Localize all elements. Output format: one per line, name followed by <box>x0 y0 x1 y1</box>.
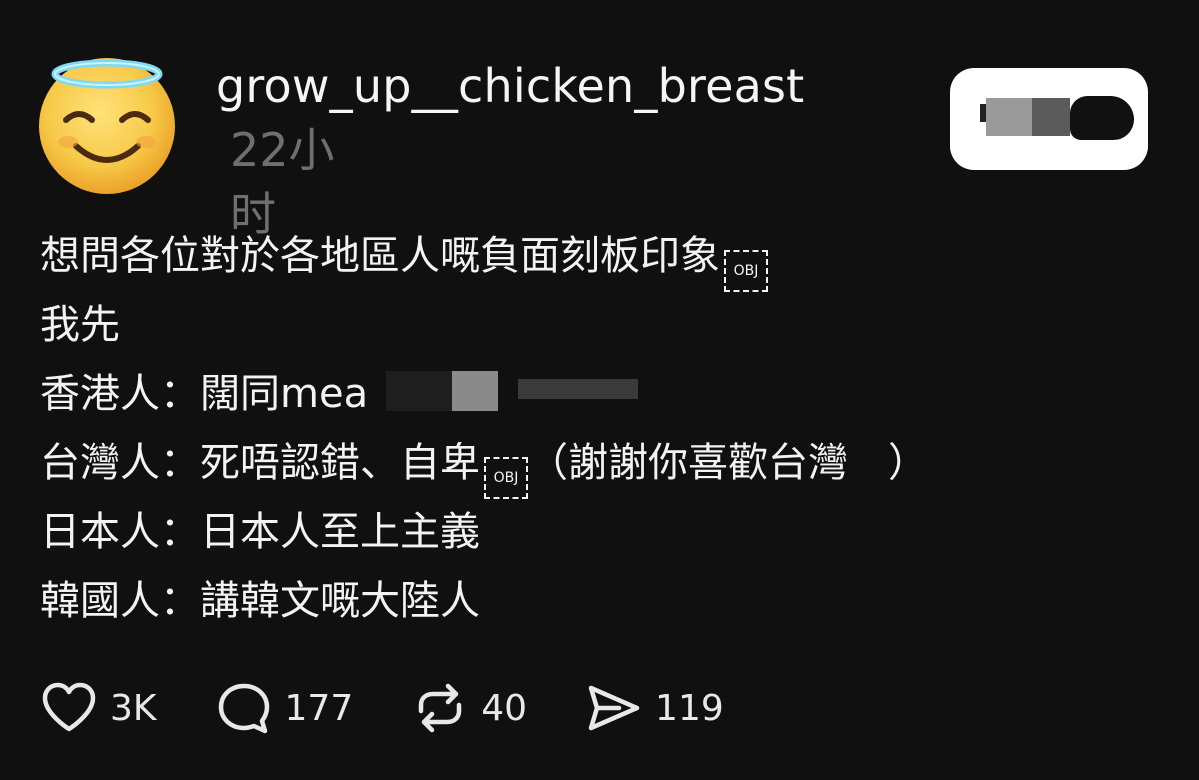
send-icon <box>588 685 640 731</box>
heart-icon <box>42 682 96 732</box>
share-button[interactable]: 119 <box>585 679 724 737</box>
object-placeholder-icon: OBJ <box>724 250 768 292</box>
comment-bubble-icon <box>218 683 269 734</box>
comment-count: 177 <box>284 687 354 729</box>
post-line-3: 香港人：闊同mea <box>40 360 1160 429</box>
post-line-1: 想問各位對於各地區人嘅負面刻板印象 OBJ <box>40 222 1160 292</box>
like-count: 3K <box>110 687 157 729</box>
repost-count: 40 <box>481 687 528 729</box>
post-text: （謝謝你喜歡台灣 ） <box>528 440 928 486</box>
repost-button[interactable]: 40 <box>411 679 527 737</box>
post-text: 我先 <box>40 302 120 348</box>
repost-icon <box>418 683 462 733</box>
post-line-2: 我先 <box>40 291 1160 360</box>
redaction-block <box>452 371 499 411</box>
post-action-bar: 3K 177 40 119 <box>40 680 782 736</box>
redaction-block <box>386 371 453 411</box>
object-placeholder-icon: OBJ <box>484 457 528 499</box>
follow-button[interactable] <box>950 68 1148 170</box>
redaction-block <box>986 98 1032 136</box>
comment-button[interactable]: 177 <box>215 679 354 737</box>
post-header: grow_up__chicken_breast22小时 <box>216 54 916 246</box>
redaction-block <box>518 379 639 399</box>
post-text: 台灣人：死唔認錯、自卑 <box>40 440 480 486</box>
post-content: 想問各位對於各地區人嘅負面刻板印象 OBJ 我先 香港人：闊同mea 台灣人：死唔… <box>40 222 1160 636</box>
post-line-6: 韓國人：講韓文嘅大陸人 <box>40 567 1160 636</box>
username-link[interactable]: grow_up__chicken_breast <box>216 59 804 113</box>
smiling-face-with-halo-icon <box>39 58 175 194</box>
redaction-block <box>1032 98 1070 136</box>
post-text: 韓國人：講韓文嘅大陸人 <box>40 578 480 624</box>
share-count: 119 <box>655 687 724 729</box>
redaction-block <box>1070 96 1134 140</box>
post-line-5: 日本人：日本人至上主義 <box>40 498 1160 567</box>
post-text: 日本人：日本人至上主義 <box>40 509 480 555</box>
post-line-4: 台灣人：死唔認錯、自卑 OBJ （謝謝你喜歡台灣 ） <box>40 429 1160 499</box>
post-text: 想問各位對於各地區人嘅負面刻板印象 <box>40 233 720 279</box>
like-button[interactable]: 3K <box>40 679 157 737</box>
avatar[interactable] <box>36 52 178 194</box>
post-text: 香港人：闊同mea <box>40 371 369 417</box>
